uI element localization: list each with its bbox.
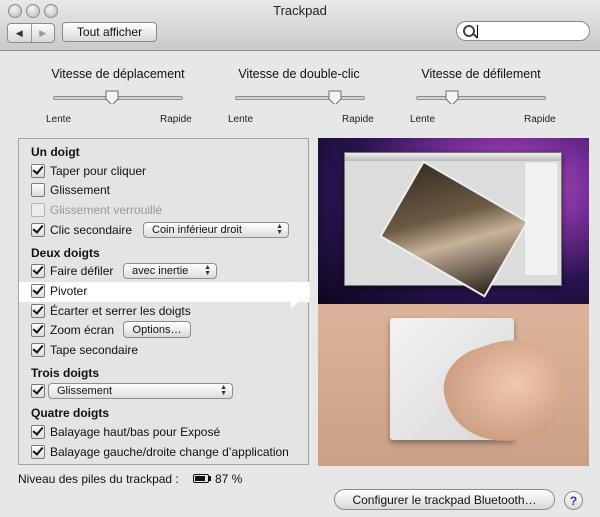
trackpad-preferences-window: Trackpad ◀ ▶ Tout afficher Vitesse de dé… (0, 0, 600, 517)
tap-to-click-label: Taper pour cliquer (50, 164, 147, 178)
double-click-speed-max-label: Rapide (342, 114, 374, 125)
pinch-label: Écarter et serrer les doigts (50, 304, 191, 318)
swipe-updown-row[interactable]: Balayage haut/bas pour Exposé (31, 423, 220, 441)
drag-row[interactable]: Glissement (31, 181, 110, 199)
swipe-updown-label: Balayage haut/bas pour Exposé (50, 425, 221, 439)
battery-percent: 87 % (215, 472, 243, 486)
window-title: Trackpad (273, 3, 327, 18)
rotated-photo-image (379, 160, 529, 298)
battery-fill (195, 476, 206, 481)
tracking-speed-title: Vitesse de déplacement (51, 67, 185, 81)
search-field[interactable] (456, 21, 590, 41)
scroll-label: Faire défiler (50, 264, 114, 278)
configure-bluetooth-trackpad-button[interactable]: Configurer le trackpad Bluetooth… (334, 489, 555, 510)
scrolling-speed-max-label: Rapide (524, 114, 556, 125)
zoom-options-button[interactable]: Options… (123, 321, 191, 338)
forward-arrow-icon[interactable]: ▶ (30, 24, 55, 42)
three-finger-popup-value: Glissement (57, 385, 113, 397)
drag-label: Glissement (50, 183, 111, 197)
three-fingers-heading: Trois doigts (31, 366, 100, 380)
selection-pointer (291, 281, 305, 309)
rotate-checkbox[interactable] (31, 284, 45, 298)
secondary-tap-row[interactable]: Tape secondaire (31, 341, 138, 359)
secondary-click-popup[interactable]: Coin inférieur droit ▲ ▼ (143, 222, 289, 238)
swipe-leftright-label: Balayage gauche/droite change d’applicat… (50, 445, 289, 459)
drag-lock-label: Glissement verrouillé (50, 203, 163, 217)
secondary-click-checkbox[interactable] (31, 223, 45, 237)
pinch-checkbox[interactable] (31, 304, 45, 318)
one-finger-heading: Un doigt (31, 145, 80, 159)
drag-checkbox[interactable] (31, 183, 45, 197)
scroll-checkbox[interactable] (31, 264, 45, 278)
tracking-speed-max-label: Rapide (160, 114, 192, 125)
text-caret (477, 25, 478, 38)
search-icon (463, 25, 475, 37)
scrolling-speed-min-label: Lente (410, 114, 436, 125)
tap-to-click-row[interactable]: Taper pour cliquer (31, 162, 146, 180)
double-click-speed-slider-track[interactable] (235, 96, 365, 100)
zoom-label: Zoom écran (50, 323, 115, 337)
swipe-leftright-row[interactable]: Balayage gauche/droite change d’applicat… (31, 443, 289, 461)
secondary-tap-label: Tape secondaire (50, 343, 139, 357)
show-all-button[interactable]: Tout afficher (62, 22, 157, 42)
back-forward-control: ◀ ▶ (7, 23, 55, 43)
four-fingers-heading: Quatre doigts (31, 406, 110, 420)
battery-level-label: Niveau des piles du trackpad : (18, 472, 179, 486)
rotate-row[interactable]: Pivoter (31, 282, 87, 300)
three-finger-popup[interactable]: Glissement ▲ ▼ (48, 383, 233, 399)
battery-icon (193, 474, 209, 483)
popup-arrows-icon: ▲ ▼ (220, 384, 227, 397)
gesture-list-panel: Un doigt Taper pour cliquer Glissement G… (18, 138, 310, 465)
two-fingers-heading: Deux doigts (31, 246, 100, 260)
tracking-speed-slider-knob[interactable] (105, 90, 119, 104)
secondary-click-popup-value: Coin inférieur droit (152, 224, 242, 236)
swipe-updown-checkbox[interactable] (31, 425, 45, 439)
title-bar: Trackpad ◀ ▶ Tout afficher (0, 0, 600, 51)
scroll-row[interactable]: Faire défiler (31, 262, 113, 280)
back-arrow-icon[interactable]: ◀ (8, 24, 31, 42)
battery-terminal (209, 476, 211, 481)
popup-arrows-icon: ▲ ▼ (204, 264, 211, 277)
secondary-click-label: Clic secondaire (50, 223, 133, 237)
scroll-inertia-popup[interactable]: avec inertie ▲ ▼ (123, 263, 217, 279)
gesture-preview (318, 138, 589, 466)
three-finger-checkbox[interactable] (31, 384, 45, 398)
secondary-tap-checkbox[interactable] (31, 343, 45, 357)
drag-lock-row: Glissement verrouillé (31, 201, 162, 219)
trackpad-demo-image (318, 304, 589, 466)
preview-screen-titlebar (345, 153, 561, 161)
photo-thumbnails-strip (525, 163, 557, 275)
preview-screen-image (344, 152, 562, 298)
tap-to-click-checkbox[interactable] (31, 164, 45, 178)
double-click-speed-slider-knob[interactable] (328, 90, 342, 104)
scrolling-speed-slider-knob[interactable] (445, 90, 459, 104)
help-icon[interactable]: ? (564, 491, 583, 510)
pinch-row[interactable]: Écarter et serrer les doigts (31, 302, 191, 320)
popup-arrows-icon: ▲ ▼ (276, 223, 283, 236)
tracking-speed-min-label: Lente (46, 114, 72, 125)
double-click-speed-min-label: Lente (228, 114, 254, 125)
secondary-click-row[interactable]: Clic secondaire (31, 221, 132, 239)
zoom-row[interactable]: Zoom écran (31, 321, 114, 339)
rotate-label: Pivoter (50, 284, 88, 298)
drag-lock-checkbox (31, 203, 45, 217)
zoom-checkbox[interactable] (31, 323, 45, 337)
desktop-background-image (318, 138, 589, 304)
scrolling-speed-title: Vitesse de défilement (421, 67, 541, 81)
swipe-leftright-checkbox[interactable] (31, 445, 45, 459)
scroll-inertia-popup-value: avec inertie (132, 265, 189, 277)
scrolling-speed-slider-track[interactable] (416, 96, 546, 100)
double-click-speed-title: Vitesse de double-clic (238, 67, 360, 81)
